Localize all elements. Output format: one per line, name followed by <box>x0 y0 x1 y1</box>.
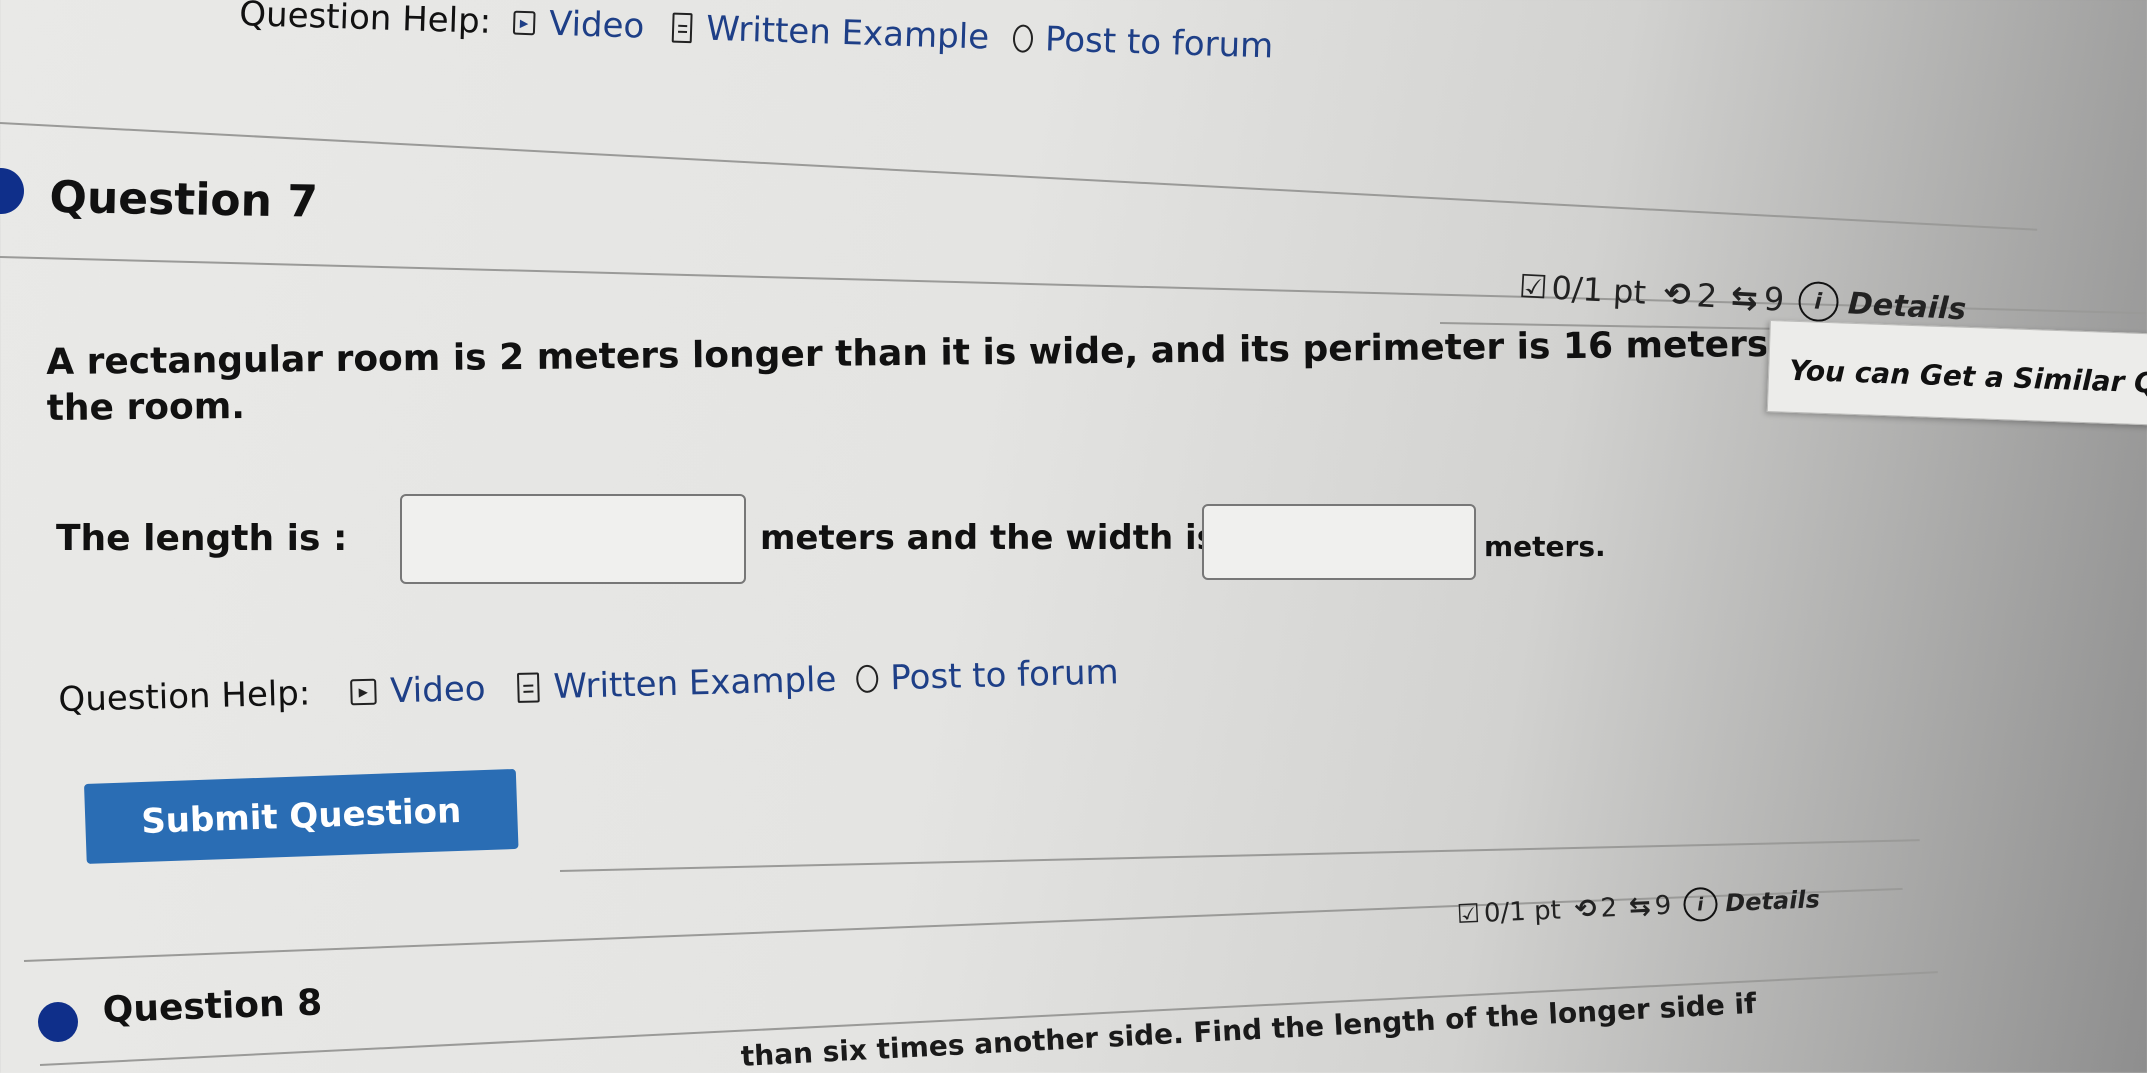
written-example-link[interactable]: Written Example <box>517 660 837 708</box>
top-question-help: Question Help: ▶ Video Written Example P… <box>239 0 1274 66</box>
attempts-icon: ⇆ <box>1730 278 1759 318</box>
retry-icon: ⟲ <box>1662 274 1692 314</box>
checkbox-score-icon: ☑ <box>1517 266 1549 307</box>
retry-icon: ⟲ <box>1574 893 1598 925</box>
chat-bubble-icon <box>855 664 879 694</box>
question-8-score: 0/1 pt <box>1483 895 1562 929</box>
question-8-title: Question 8 <box>102 982 323 1031</box>
question-8-details-link[interactable]: Details <box>1725 885 1821 917</box>
document-icon <box>671 12 693 44</box>
chat-bubble-icon <box>1012 24 1034 53</box>
attempts-icon: ⇆ <box>1628 891 1652 923</box>
info-icon[interactable]: i <box>1682 886 1719 923</box>
question-7-details-link[interactable]: Details <box>1847 286 1967 327</box>
length-label: The length is : <box>56 518 348 559</box>
video-icon: ▶ <box>349 678 377 706</box>
question-7-score: 0/1 pt <box>1550 268 1647 312</box>
question-8-status-dot <box>38 1002 78 1042</box>
tooltip-text: You can Get a Similar Question <box>1788 353 2147 404</box>
question-8-attempts: 9 <box>1654 890 1673 922</box>
similar-question-tooltip: You can Get a Similar Question <box>1766 320 2147 427</box>
question-7-status-dot <box>0 168 24 214</box>
top-help-label: Question Help: <box>238 0 492 42</box>
middle-text: meters and the width is <box>760 518 1217 558</box>
end-text: meters. <box>1484 530 1606 563</box>
question-7-title: Question 7 <box>49 172 319 228</box>
question-8-retries: 2 <box>1599 892 1618 924</box>
info-icon[interactable]: i <box>1797 280 1840 323</box>
top-post-to-forum-link[interactable]: Post to forum <box>1012 18 1274 66</box>
question-7-attempts: 9 <box>1762 279 1786 319</box>
question-7-prompt: A rectangular room is 2 meters longer th… <box>46 322 1767 432</box>
question-8-meta: ☑ 0/1 pt ⟲ 2 ⇆ 9 i Details <box>1456 882 1821 932</box>
question-8-prompt: than six times another side. Find the le… <box>740 986 1758 1073</box>
post-to-forum-link[interactable]: Post to forum <box>855 652 1119 699</box>
width-input[interactable] <box>1202 504 1476 580</box>
submit-question-button[interactable]: Submit Question <box>84 768 519 864</box>
divider <box>559 839 1920 872</box>
video-link[interactable]: ▶ Video <box>349 669 486 713</box>
help-label: Question Help: <box>58 673 311 720</box>
top-video-link[interactable]: ▶ Video <box>512 3 645 47</box>
top-written-example-link[interactable]: Written Example <box>671 8 990 58</box>
question-7-retries: 2 <box>1695 276 1719 316</box>
question-7-help: Question Help: ▶ Video Written Example P… <box>58 652 1119 720</box>
document-icon <box>517 672 540 703</box>
video-icon: ▶ <box>512 10 536 36</box>
question-7-meta: ☑ 0/1 pt ⟲ 2 ⇆ 9 i Details <box>1518 266 1967 329</box>
length-input[interactable] <box>400 494 746 584</box>
checkbox-score-icon: ☑ <box>1456 898 1481 930</box>
